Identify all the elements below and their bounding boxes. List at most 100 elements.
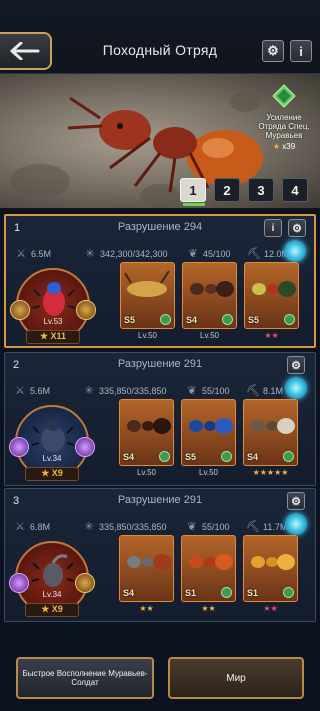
unit-stars: ★★: [264, 331, 279, 340]
unit-rank: S1: [185, 588, 197, 598]
formation-ring-icon[interactable]: [284, 240, 306, 262]
ant-icon: [251, 554, 295, 570]
unit-card-1[interactable]: S5: [120, 262, 175, 329]
equipment-icon: [160, 314, 171, 325]
squad-buff-badge[interactable]: Усиление Отряда Спец. Муравьев ★ x39: [254, 84, 314, 151]
leader-level: Lv.34: [42, 590, 62, 599]
unit-stars: ★★★★★: [252, 468, 289, 477]
skill-icon-left[interactable]: [9, 437, 29, 457]
page-title: Походный Отряд: [102, 42, 218, 58]
buff-label: Усиление Отряда Спец. Муравьев: [258, 113, 310, 140]
load-value: 11.7M: [263, 521, 288, 532]
unit-card-2[interactable]: S4: [182, 262, 237, 329]
ant-troops-icon: ✳: [84, 521, 94, 533]
scorpion-icon: [31, 554, 75, 587]
unit-level: Lv.50: [200, 331, 219, 340]
troops-value: 335,850/335,850: [99, 521, 167, 532]
gear-icon: ⚙: [291, 359, 301, 372]
unit-card-2[interactable]: S5: [181, 399, 236, 466]
tab-3[interactable]: 3: [248, 178, 274, 202]
unit-card-1[interactable]: S4: [119, 399, 174, 466]
beetle-icon: [32, 282, 76, 316]
formation-ring-icon[interactable]: [285, 377, 307, 399]
equipment-icon: [159, 451, 170, 462]
load-icon: ⛏: [246, 385, 260, 397]
wing-icon: ❦: [187, 385, 197, 397]
settings-button[interactable]: ⚙: [262, 40, 284, 62]
unit-card-3[interactable]: S4: [243, 399, 298, 466]
leader-ant-portrait[interactable]: Lv.34 ★ X9: [9, 541, 95, 617]
leader-level: Lv.34: [42, 454, 62, 463]
squad-panel-1[interactable]: 1 Разрушение 294 i ⚙ ⚔ 6.5M ✳ 342,300/34…: [4, 214, 316, 348]
unit-rank: S4: [123, 452, 135, 462]
formation-ring-icon[interactable]: [285, 513, 307, 535]
unit-stars: ★★: [263, 604, 278, 613]
active-tab-indicator: [183, 203, 205, 206]
unit-stars: ★★: [201, 604, 216, 613]
equipment-icon: [284, 314, 295, 325]
ant-icon: [127, 554, 171, 570]
skill-icon-left[interactable]: [10, 300, 30, 320]
troops-value: 342,300/342,300: [100, 248, 168, 259]
ant-icon: [189, 554, 233, 570]
leader-ant-portrait[interactable]: Lv.34 ★ X9: [9, 405, 95, 481]
skill-icon-right[interactable]: [75, 437, 95, 457]
swords-icon: ⚔: [15, 521, 25, 533]
unit-rank: S1: [247, 588, 259, 598]
info-icon: i: [299, 43, 303, 59]
leader-stars: ★ X9: [25, 603, 79, 617]
tab-1[interactable]: 1: [180, 178, 206, 202]
back-button[interactable]: [0, 32, 52, 70]
unit-rank: S4: [123, 588, 135, 598]
ant-icon: [251, 418, 295, 434]
ant-icon: [252, 281, 296, 297]
leader-ant-portrait[interactable]: Lv.53 ★ X11: [10, 268, 96, 344]
unit-rank: S5: [248, 315, 260, 325]
leader-stars: ★ X9: [25, 467, 79, 481]
squad-stats: ⚔ 6.8M ✳ 335,850/335,850 ❦ 55/100 ⛏ 11.7…: [13, 520, 287, 533]
beetle-icon: [31, 419, 75, 452]
load-icon: ⛏: [247, 248, 261, 260]
skill-icon-right[interactable]: [76, 300, 96, 320]
equipment-icon: [221, 587, 232, 598]
ant-icon: [189, 418, 233, 434]
unit-card-1[interactable]: S4: [119, 535, 174, 602]
ant-troops-icon: ✳: [85, 248, 95, 260]
unit-level: Lv.50: [199, 468, 218, 477]
quick-refill-button[interactable]: Быстрое Восполнение Муравьев-Солдат: [16, 657, 154, 699]
crystal-icon: [272, 84, 296, 108]
leader-stars: ★ X11: [26, 330, 80, 344]
locust-ant-icon: [124, 270, 170, 297]
world-button[interactable]: Мир: [168, 657, 304, 699]
tab-4[interactable]: 4: [282, 178, 308, 202]
unit-rank: S4: [186, 315, 198, 325]
unit-rank: S5: [185, 452, 197, 462]
squad-settings-button[interactable]: ⚙: [287, 356, 305, 374]
swords-icon: ⚔: [16, 248, 26, 260]
troops-value: 335,850/335,850: [99, 385, 167, 396]
skill-icon-left[interactable]: [9, 573, 29, 593]
squad-settings-button[interactable]: ⚙: [287, 492, 305, 510]
squad-info-button[interactable]: i: [264, 219, 282, 237]
unit-card-3[interactable]: S5: [244, 262, 299, 329]
marches-value: 45/100: [203, 248, 231, 259]
power-value: 6.8M: [30, 521, 51, 532]
equipment-icon: [283, 587, 294, 598]
equipment-icon: [221, 451, 232, 462]
unit-level: Lv.50: [138, 331, 157, 340]
squad-panel-3[interactable]: 3 Разрушение 291 ⚙ ⚔ 6.8M ✳ 335,850/335,…: [4, 488, 316, 622]
buff-count: ★ x39: [272, 142, 296, 151]
tab-2[interactable]: 2: [214, 178, 240, 202]
unit-card-2[interactable]: S1: [181, 535, 236, 602]
unit-rank: S4: [247, 452, 259, 462]
squad-settings-button[interactable]: ⚙: [288, 219, 306, 237]
squad-panel-2[interactable]: 2 Разрушение 291 ⚙ ⚔ 5.6M ✳ 335,850/335,…: [4, 352, 316, 486]
leader-level: Lv.53: [43, 317, 63, 326]
ant-icon: [127, 418, 171, 434]
skill-icon-right[interactable]: [75, 573, 95, 593]
info-button[interactable]: i: [290, 40, 312, 62]
power-value: 6.5M: [31, 248, 52, 259]
load-icon: ⛏: [246, 521, 260, 533]
unit-card-3[interactable]: S1: [243, 535, 298, 602]
unit-stars: ★★: [139, 604, 154, 613]
